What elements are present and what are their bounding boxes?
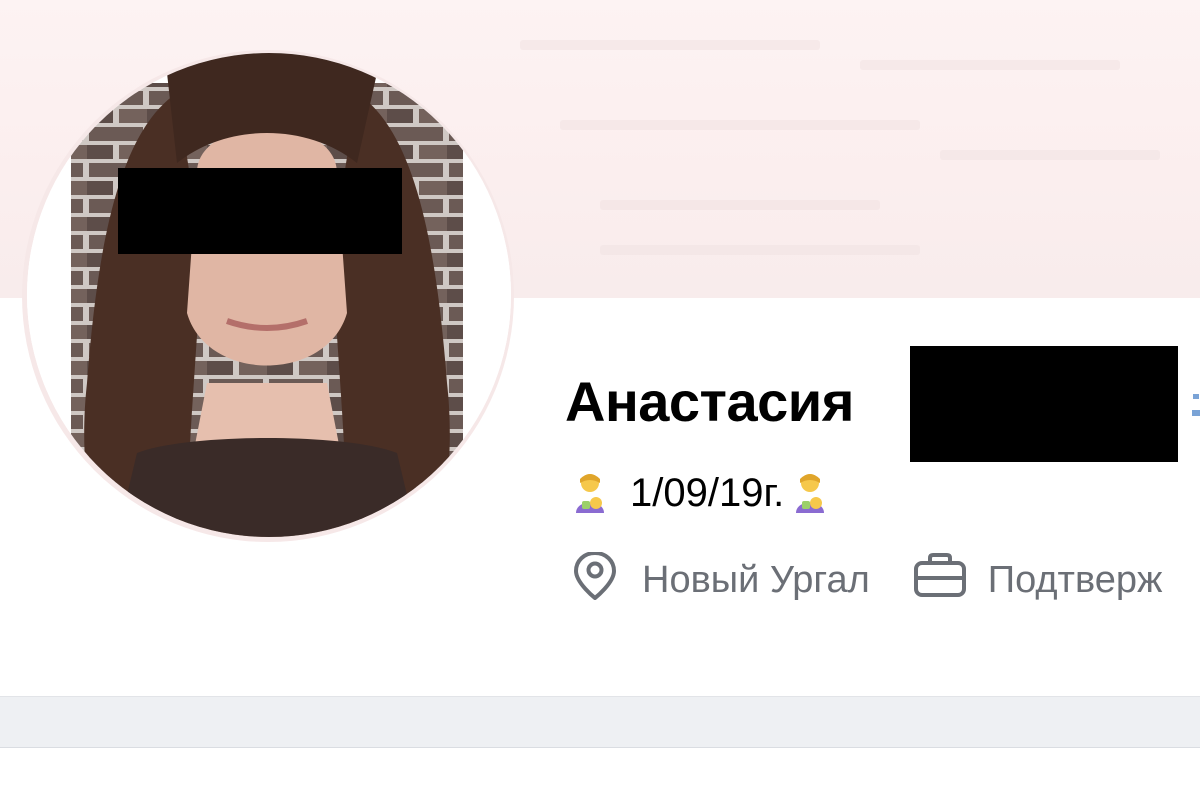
location-link[interactable]: Новый Ургал	[642, 559, 870, 602]
status-text: 1/09/19г.	[630, 470, 785, 515]
woman-feeding-baby-emoji	[570, 471, 610, 515]
woman-feeding-baby-emoji	[790, 471, 830, 515]
next-section-card	[0, 748, 1200, 797]
profile-status: 1/09/19г.	[570, 468, 830, 518]
censor-bar-surname	[910, 346, 1178, 462]
work-link[interactable]: Подтверж	[988, 559, 1163, 602]
censor-bar-eyes	[118, 168, 402, 254]
profile-info-row: Новый Ургал Подтверж	[570, 552, 1200, 608]
briefcase-icon	[912, 552, 968, 608]
avatar[interactable]	[27, 53, 511, 537]
profile-name: Анастасия	[565, 370, 854, 433]
map-pin-icon	[570, 552, 620, 608]
section-divider	[0, 696, 1200, 748]
verified-badge-icon[interactable]	[1188, 388, 1200, 434]
